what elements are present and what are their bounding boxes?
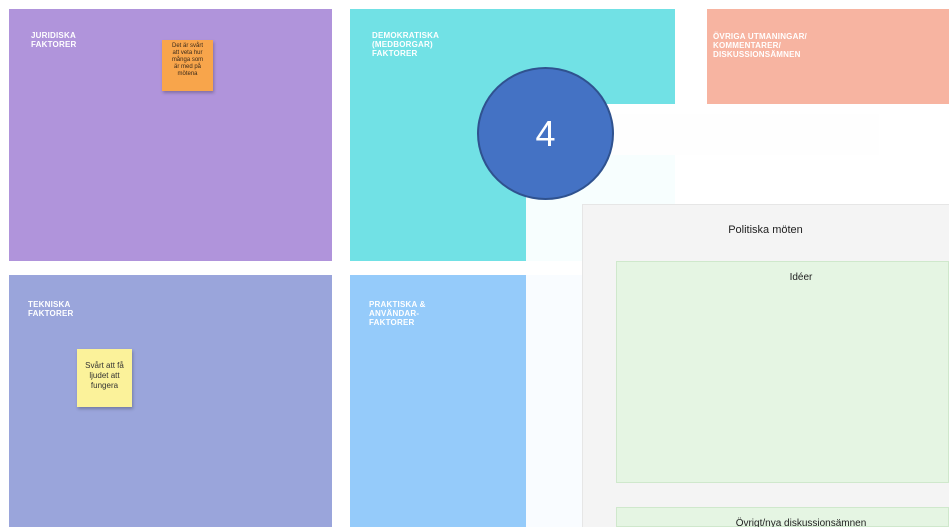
board-title: DEMOKRATISKA (MEDBORGAR) FAKTORER: [372, 31, 440, 58]
step-number: 4: [535, 112, 556, 154]
board-title: TEKNISKA FAKTORER: [28, 300, 74, 318]
ideas-label: Idéer: [789, 272, 813, 283]
sticky-note-orange[interactable]: Det är svårt att veta hur många som är m…: [162, 40, 213, 91]
board-title: ÖVRIGA UTMANINGAR/ KOMMENTARER/ DISKUSSI…: [713, 32, 807, 59]
board-title: JURIDISKA FAKTORER: [31, 31, 77, 49]
ideas-box[interactable]: [616, 261, 949, 483]
board-ovriga-utmaningar[interactable]: ÖVRIGA UTMANINGAR/ KOMMENTARER/ DISKUSSI…: [707, 9, 949, 104]
board-title: PRAKTISKA & ANVÄNDAR- FAKTORER: [369, 300, 426, 327]
whiteboard-canvas: JURIDISKA FAKTORER DEMOKRATISKA (MEDBORG…: [0, 0, 949, 527]
step-number-badge: 4: [477, 67, 614, 200]
sticky-note-yellow[interactable]: Svårt att få ljudet att fungera: [77, 349, 132, 407]
document-title: Politiska möten: [728, 224, 803, 236]
other-topics-label: Övrigt/nya diskussionsämnen: [735, 518, 867, 527]
board-tekniska-faktorer[interactable]: TEKNISKA FAKTORER: [9, 275, 332, 527]
